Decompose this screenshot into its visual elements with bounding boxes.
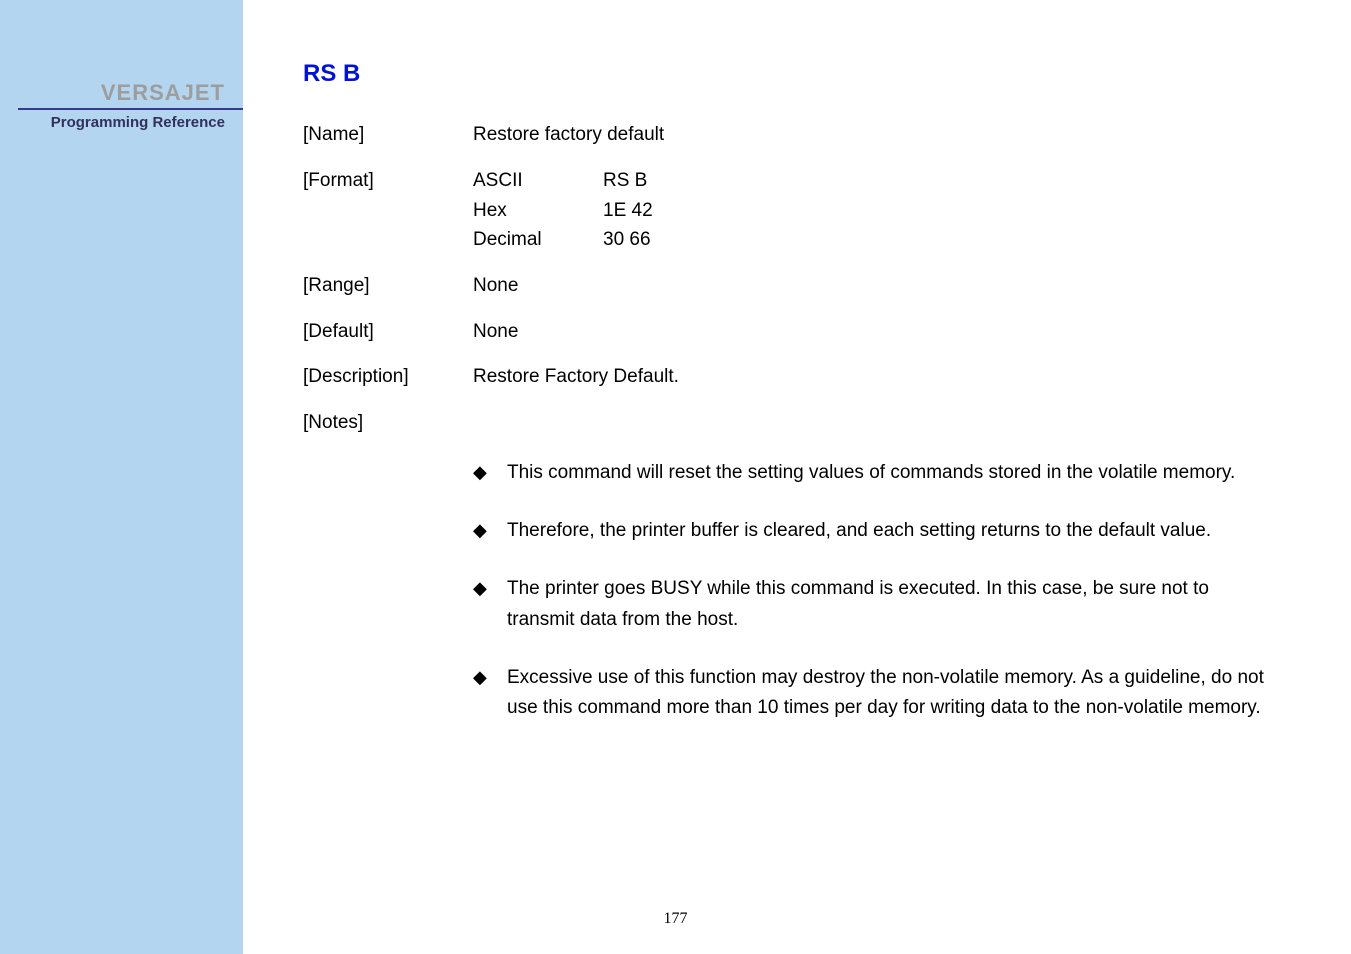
row-range: [Range] None [303, 273, 1301, 299]
note-item: ◆ This command will reset the setting va… [473, 458, 1301, 488]
main-content: RS B [Name] Restore factory default [For… [243, 0, 1351, 954]
label-name: [Name] [303, 122, 473, 148]
note-item: ◆ The printer goes BUSY while this comma… [473, 574, 1301, 635]
note-item: ◆ Therefore, the printer buffer is clear… [473, 516, 1301, 546]
sidebar: VERSAJET Programming Reference [0, 0, 243, 954]
label-default: [Default] [303, 319, 473, 345]
row-notes: [Notes] [303, 410, 1301, 436]
fmt-hex-label: Hex [473, 198, 603, 224]
value-range: None [473, 273, 1301, 299]
row-description: [Description] Restore Factory Default. [303, 364, 1301, 390]
brand-title: VERSAJET [101, 80, 225, 106]
label-description: [Description] [303, 364, 473, 390]
diamond-bullet-icon: ◆ [473, 663, 507, 692]
command-title: RS B [303, 58, 1301, 90]
label-range: [Range] [303, 273, 473, 299]
fmt-ascii-label: ASCII [473, 168, 603, 194]
sidebar-subtitle: Programming Reference [51, 114, 225, 131]
note-text: Therefore, the printer buffer is cleared… [507, 516, 1301, 546]
label-notes: [Notes] [303, 410, 473, 436]
value-name: Restore factory default [473, 122, 1301, 148]
value-description: Restore Factory Default. [473, 364, 1301, 390]
sidebar-divider [18, 108, 243, 110]
note-text: Excessive use of this function may destr… [507, 663, 1301, 724]
fmt-ascii-value: RS B [603, 168, 1301, 194]
diamond-bullet-icon: ◆ [473, 516, 507, 545]
value-default: None [473, 319, 1301, 345]
note-text: This command will reset the setting valu… [507, 458, 1301, 488]
note-text: The printer goes BUSY while this command… [507, 574, 1301, 635]
value-notes-empty [473, 410, 1301, 436]
note-item: ◆ Excessive use of this function may des… [473, 663, 1301, 724]
row-default: [Default] None [303, 319, 1301, 345]
value-format: ASCII RS B Hex 1E 42 Decimal 30 66 [473, 168, 1301, 253]
sidebar-header: VERSAJET [101, 80, 225, 106]
row-name: [Name] Restore factory default [303, 122, 1301, 148]
fmt-dec-label: Decimal [473, 227, 603, 253]
diamond-bullet-icon: ◆ [473, 574, 507, 603]
diamond-bullet-icon: ◆ [473, 458, 507, 487]
label-format: [Format] [303, 168, 473, 253]
fmt-dec-value: 30 66 [603, 227, 1301, 253]
fmt-hex-value: 1E 42 [603, 198, 1301, 224]
notes-list: ◆ This command will reset the setting va… [303, 458, 1301, 724]
row-format: [Format] ASCII RS B Hex 1E 42 Decimal 30… [303, 168, 1301, 253]
page-number: 177 [0, 910, 1351, 928]
